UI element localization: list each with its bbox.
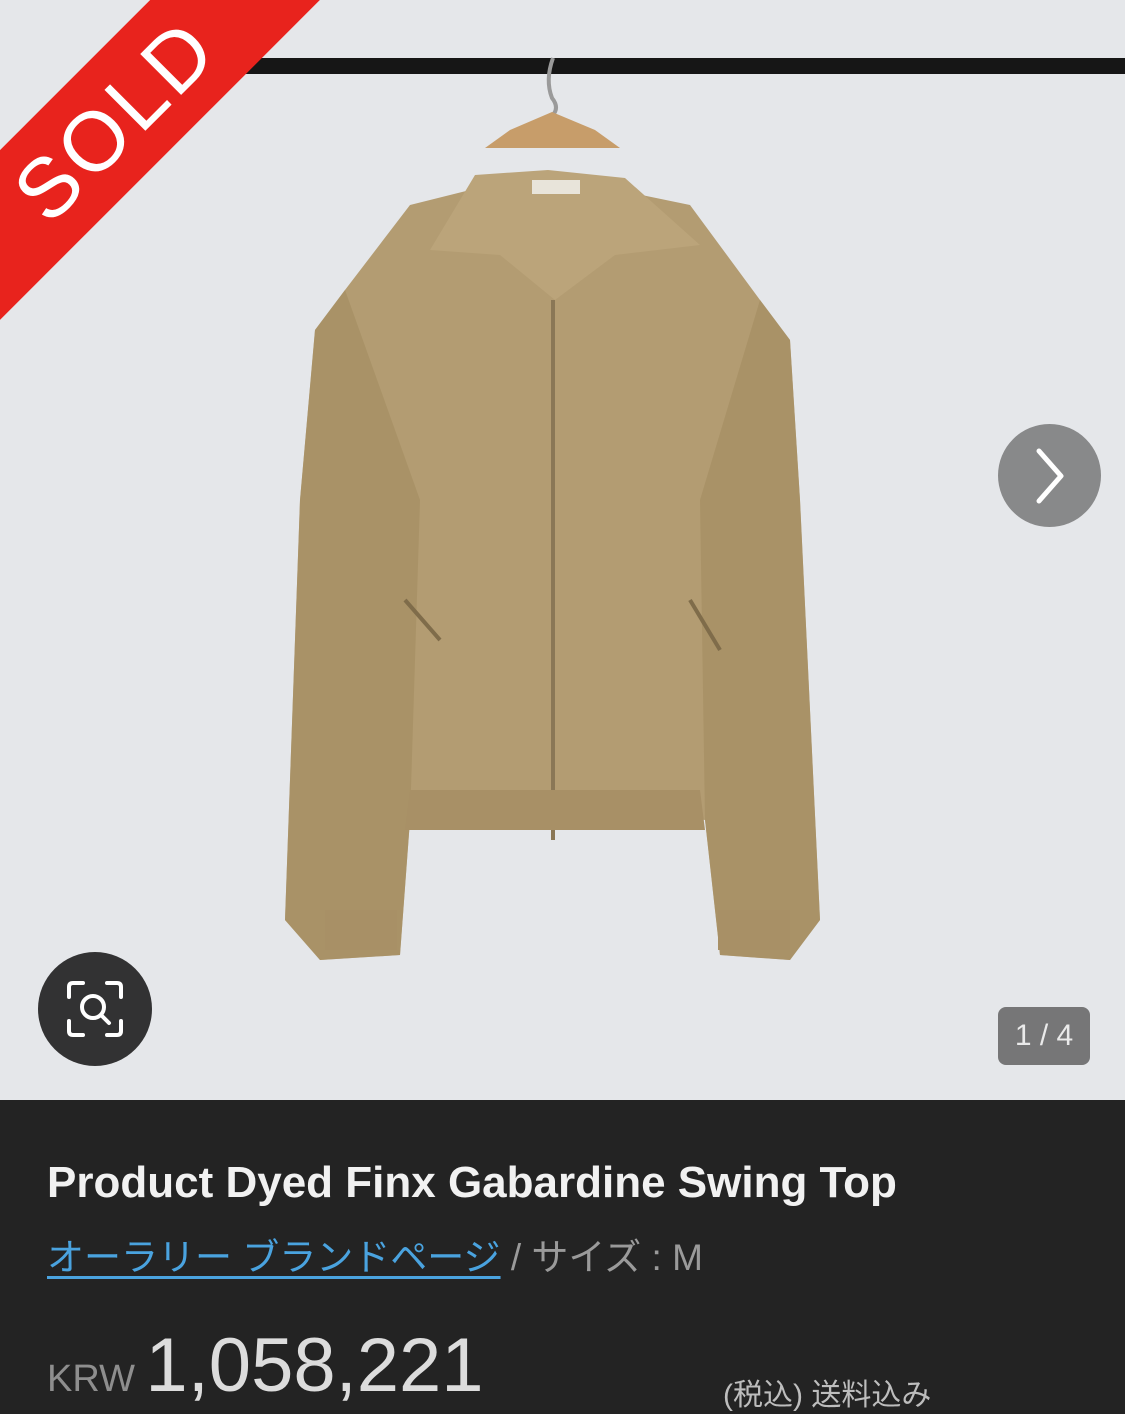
size-label: サイズ : M xyxy=(531,1237,703,1278)
tax-note: (税込) 送料込み xyxy=(723,1379,932,1412)
jacket-photo xyxy=(240,57,1125,960)
hanger-rail xyxy=(240,58,1125,74)
currency-code: KRW xyxy=(47,1358,135,1400)
meta-separator: / xyxy=(500,1237,532,1278)
product-image[interactable]: SOLD 1 / 4 xyxy=(0,0,1125,1100)
hanger xyxy=(485,112,620,148)
image-search-button[interactable] xyxy=(38,952,152,1066)
price-amount: 1,058,221 xyxy=(145,1323,484,1408)
product-title: Product Dyed Finx Gabardine Swing Top xyxy=(47,1158,897,1207)
jacket-label xyxy=(532,180,580,194)
product-meta: オーラリー ブランドページ / サイズ : M xyxy=(47,1227,703,1281)
price-row: KRW 1,058,221 xyxy=(47,1322,484,1409)
image-counter: 1 / 4 xyxy=(998,1007,1090,1065)
next-image-button[interactable] xyxy=(998,424,1101,527)
image-search-icon xyxy=(67,981,123,1037)
brand-page-link[interactable]: オーラリー ブランドページ xyxy=(47,1237,501,1278)
chevron-right-icon xyxy=(1036,448,1063,503)
